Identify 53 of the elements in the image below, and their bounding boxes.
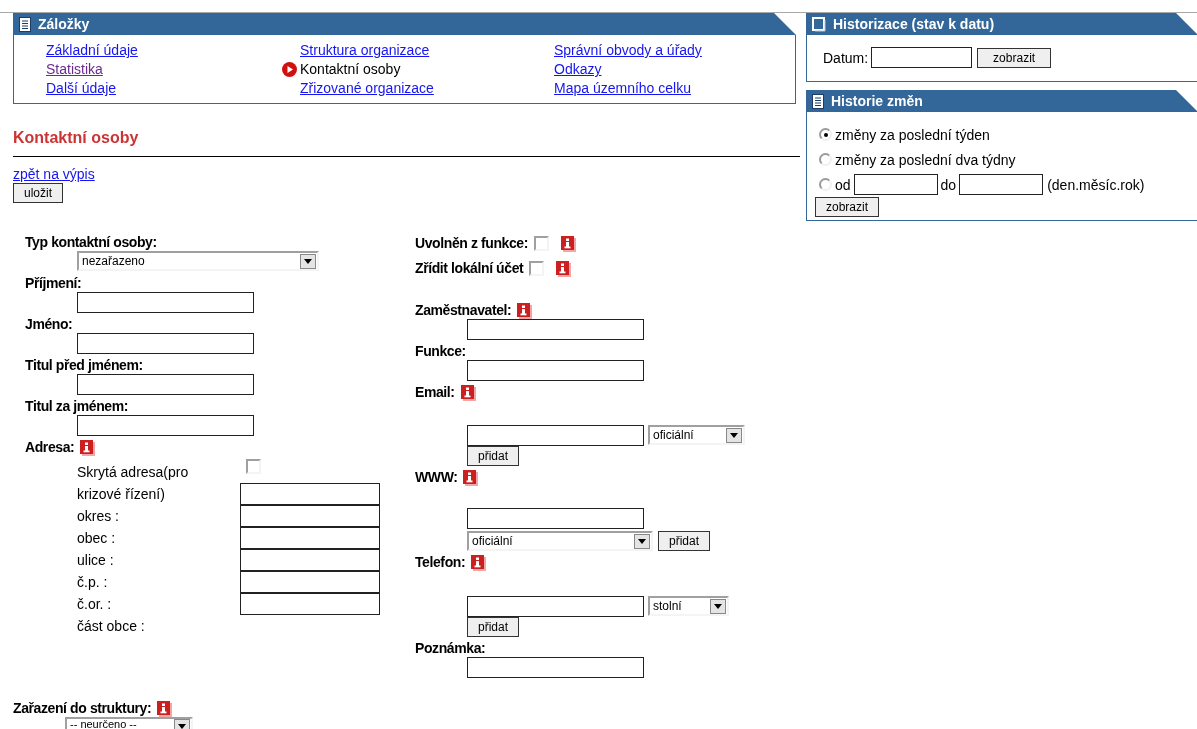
field-label: č.p. : <box>77 574 109 590</box>
page-heading: Kontaktní osoby <box>13 128 140 148</box>
field-label: Funkce: <box>415 343 466 360</box>
button[interactable]: zobrazit <box>977 47 1052 68</box>
panel-title: Záložky <box>38 16 90 32</box>
field-label: Adresa: <box>25 439 75 456</box>
field-label: Telefon: <box>415 554 466 571</box>
field-label: WWW: <box>415 469 458 486</box>
dropdown[interactable]: oficiální <box>648 425 745 445</box>
button[interactable]: přidat <box>467 617 520 637</box>
back-link[interactable]: zpět na výpis <box>13 166 95 183</box>
tab-link[interactable]: Další údaje <box>46 79 117 98</box>
tab-link[interactable]: Mapa územního celku <box>554 79 691 98</box>
dropdown[interactable]: oficiální <box>467 531 653 551</box>
tab-link[interactable]: Struktura organizace <box>300 41 430 60</box>
tab-link[interactable]: Odkazy <box>554 60 602 79</box>
button[interactable]: přidat <box>467 446 520 466</box>
tab-link[interactable]: Správní obvody a úřady <box>554 41 702 60</box>
button[interactable]: přidat <box>658 531 711 551</box>
panel-title: Historizace (stav k datu) <box>833 16 995 32</box>
dropdown[interactable]: stolní <box>648 596 729 616</box>
format-hint: (den.měsíc.rok) <box>1047 176 1145 193</box>
tab-link[interactable]: Statistika <box>46 60 103 79</box>
field-label: Jméno: <box>25 316 73 333</box>
field-label: Titul před jménem: <box>25 357 143 374</box>
field-label: Email: <box>415 384 455 401</box>
tab-link[interactable]: Kontaktní osoby <box>300 60 401 79</box>
field-label: část obce : <box>77 618 146 634</box>
save-button[interactable]: uložit <box>13 183 63 203</box>
field-label: Uvolněn z funkce: <box>415 235 528 252</box>
field-label: okres : <box>77 508 120 524</box>
field-label: ulice : <box>77 552 115 568</box>
field-label: Zřídit lokální účet <box>415 260 524 277</box>
field-label: Příjmení: <box>25 275 82 292</box>
field-label: Skrytá adresa(pro krizové řízení) <box>77 463 190 504</box>
option-label: od <box>835 176 851 193</box>
dropdown[interactable]: nezařazeno <box>77 251 319 271</box>
field-label: Zaměstnavatel: <box>415 302 512 319</box>
button[interactable]: zobrazit <box>815 197 880 217</box>
panel-title: Historie změn <box>831 93 923 109</box>
field-label: Poznámka: <box>415 640 486 657</box>
field-label: Typ kontaktní osoby: <box>25 234 157 251</box>
field-label: do <box>940 176 957 193</box>
field-label: Zařazení do struktury: <box>13 700 152 717</box>
field-label: obec : <box>77 530 117 546</box>
option-label: změny za poslední dva týdny <box>835 151 1016 168</box>
field-label: č.or. : <box>77 596 113 612</box>
field-label: Datum: <box>823 49 869 66</box>
option-label: změny za poslední týden <box>835 126 990 143</box>
tab-link[interactable]: Základní údaje <box>46 41 138 60</box>
dropdown[interactable]: -- neurčeno -- <box>65 717 193 729</box>
tab-link[interactable]: Zřizované organizace <box>300 79 434 98</box>
field-label: Titul za jménem: <box>25 398 129 415</box>
